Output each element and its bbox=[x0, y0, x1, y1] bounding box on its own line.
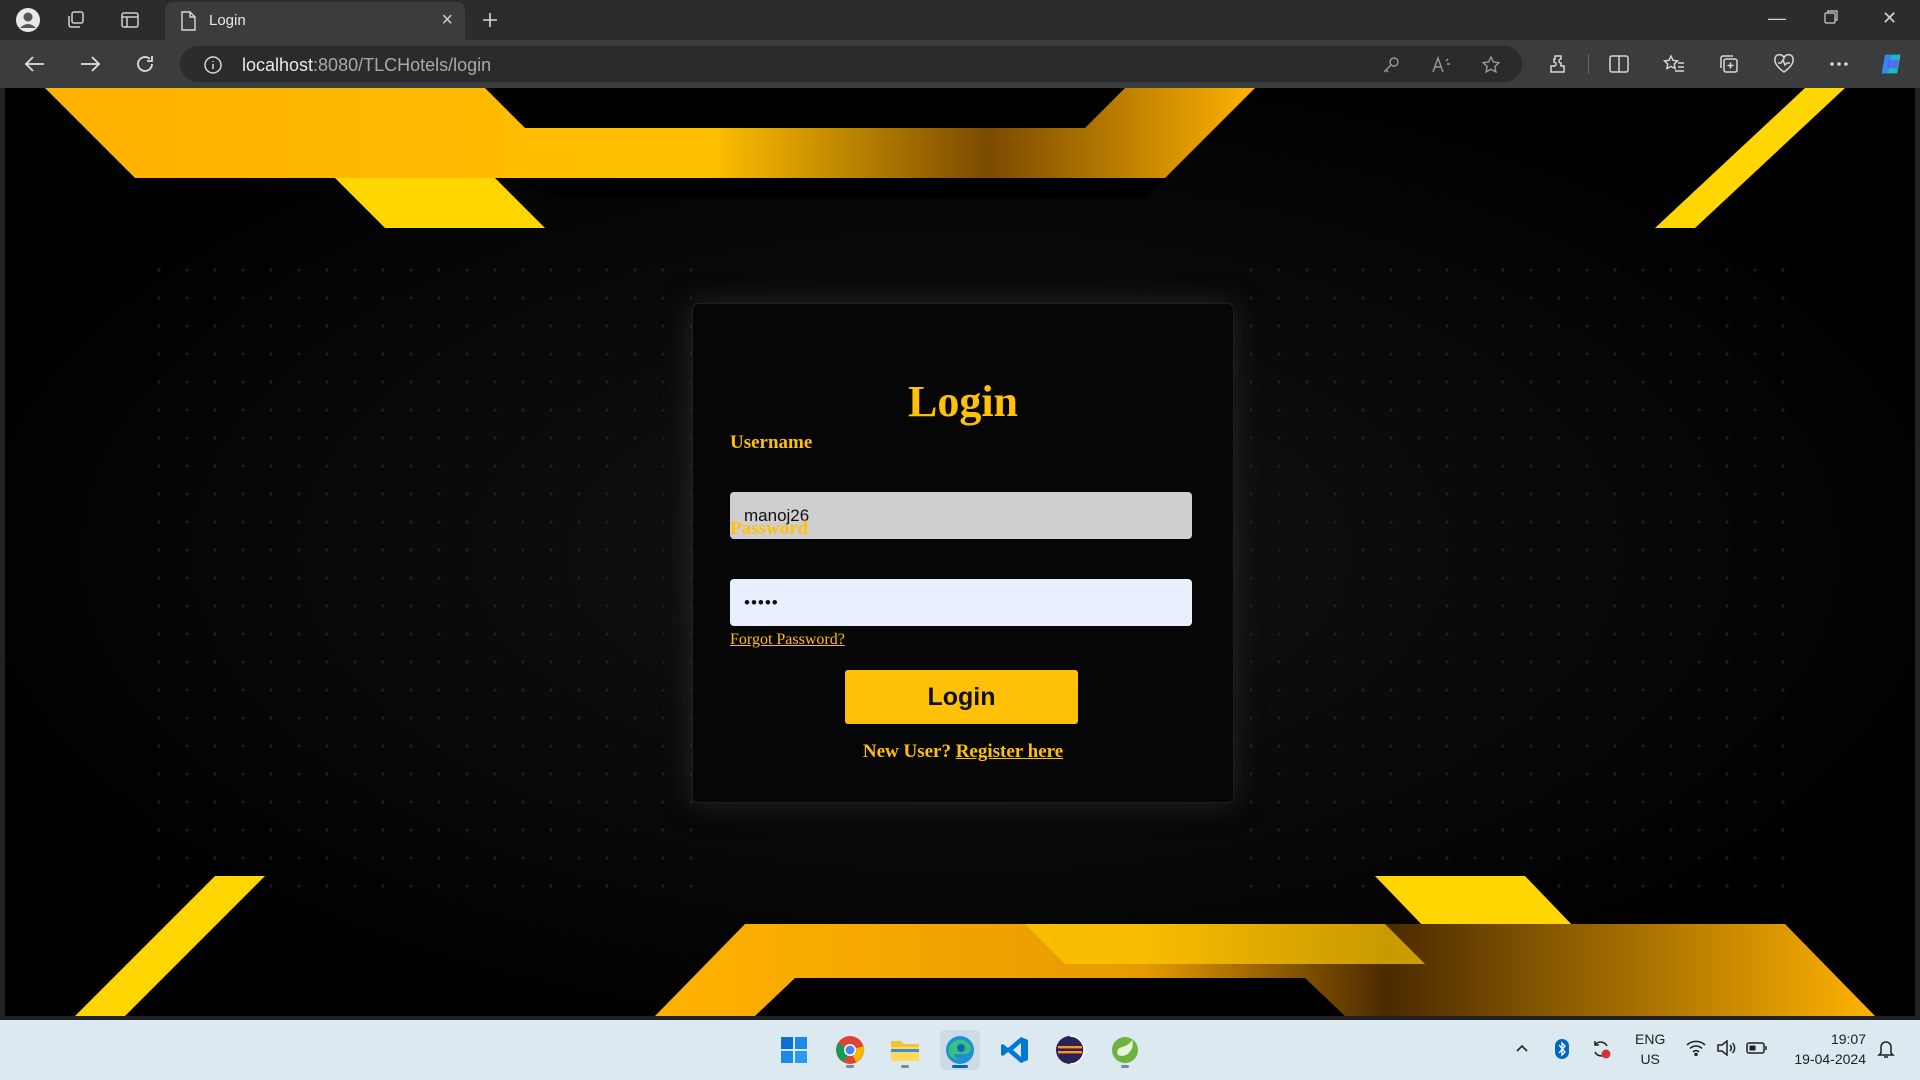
login-title: Login bbox=[907, 377, 1019, 426]
sync-alert-icon[interactable] bbox=[1590, 1038, 1612, 1063]
close-window-icon[interactable]: ✕ bbox=[1882, 8, 1897, 29]
toolbar-divider bbox=[1588, 54, 1589, 74]
new-user-text: New User? bbox=[862, 741, 951, 762]
battery-icon[interactable] bbox=[1746, 1041, 1768, 1058]
windows-taskbar: ENG US 19:07 19-04-2024 bbox=[0, 1020, 1920, 1080]
browser-essentials-icon[interactable] bbox=[1772, 52, 1796, 76]
key-icon[interactable] bbox=[1380, 54, 1402, 76]
eclipse-icon[interactable] bbox=[1050, 1030, 1090, 1070]
username-label: Username bbox=[730, 432, 813, 453]
url-host: localhost bbox=[242, 55, 314, 75]
clock-date: 19-04-2024 bbox=[1794, 1051, 1866, 1067]
clock-time: 19:07 bbox=[1830, 1031, 1866, 1047]
browser-tab-bar: Login × — ✕ bbox=[0, 0, 1920, 40]
edge-icon[interactable] bbox=[940, 1030, 980, 1070]
workspaces-icon[interactable] bbox=[62, 6, 90, 34]
restore-icon[interactable] bbox=[1824, 8, 1838, 29]
register-prompt: New User? Register here bbox=[693, 741, 1233, 763]
url-text: localhost:8080/TLCHotels/login bbox=[242, 55, 491, 76]
page-icon bbox=[179, 11, 197, 36]
language-indicator[interactable]: ENG US bbox=[1635, 1029, 1665, 1069]
site-info-icon[interactable] bbox=[202, 54, 224, 76]
minimize-icon[interactable]: — bbox=[1768, 8, 1786, 29]
spring-tools-icon[interactable] bbox=[1105, 1030, 1145, 1070]
split-screen-icon[interactable] bbox=[1607, 52, 1631, 76]
extensions-icon[interactable] bbox=[1546, 52, 1570, 76]
url-path: :8080/TLCHotels/login bbox=[313, 55, 492, 75]
copilot-icon[interactable] bbox=[1880, 52, 1904, 76]
system-clock[interactable]: 19:07 19-04-2024 bbox=[1794, 1029, 1866, 1069]
address-bar[interactable]: localhost:8080/TLCHotels/login bbox=[180, 46, 1522, 82]
chrome-running-dot bbox=[846, 1065, 854, 1068]
collections-icon[interactable] bbox=[1717, 52, 1741, 76]
language-code: ENG bbox=[1635, 1031, 1666, 1047]
volume-icon[interactable] bbox=[1716, 1039, 1736, 1059]
tab-login[interactable]: Login × bbox=[165, 2, 465, 40]
browser-toolbar: localhost:8080/TLCHotels/login bbox=[0, 40, 1920, 88]
tab-actions-icon[interactable] bbox=[116, 6, 144, 34]
close-tab-icon[interactable]: × bbox=[441, 10, 453, 30]
login-button[interactable]: Login bbox=[845, 670, 1078, 724]
explorer-running-dot bbox=[901, 1065, 909, 1068]
favorite-star-icon[interactable] bbox=[1480, 54, 1502, 76]
vscode-icon[interactable] bbox=[995, 1030, 1035, 1070]
tab-title: Login bbox=[209, 12, 246, 29]
register-link[interactable]: Register here bbox=[956, 741, 1063, 762]
keyboard-layout: US bbox=[1640, 1051, 1660, 1067]
login-page: Login Username manoj26 Password ••••• Fo… bbox=[5, 88, 1915, 1016]
show-hidden-icons-icon[interactable] bbox=[1515, 1040, 1529, 1056]
forgot-password-link[interactable]: Forgot Password? bbox=[730, 631, 845, 649]
start-icon[interactable] bbox=[774, 1030, 814, 1070]
more-options-icon[interactable] bbox=[1827, 52, 1851, 76]
password-input[interactable]: ••••• bbox=[730, 579, 1192, 626]
wifi-icon[interactable] bbox=[1686, 1040, 1706, 1059]
back-icon[interactable] bbox=[20, 50, 50, 78]
spring-running-dot bbox=[1121, 1065, 1129, 1068]
login-card: Login Username manoj26 Password ••••• Fo… bbox=[692, 303, 1234, 803]
chrome-icon[interactable] bbox=[830, 1030, 870, 1070]
read-aloud-icon[interactable] bbox=[1430, 54, 1452, 76]
favorites-icon[interactable] bbox=[1662, 52, 1686, 76]
new-tab-icon[interactable] bbox=[476, 6, 504, 34]
file-explorer-icon[interactable] bbox=[885, 1030, 925, 1070]
forward-icon[interactable] bbox=[75, 50, 105, 78]
profile-icon[interactable] bbox=[14, 6, 42, 34]
notification-bell-icon[interactable] bbox=[1877, 1039, 1895, 1062]
bluetooth-icon[interactable] bbox=[1554, 1038, 1570, 1063]
refresh-icon[interactable] bbox=[130, 50, 160, 78]
password-label: Password bbox=[730, 518, 809, 539]
edge-running-dot bbox=[952, 1065, 968, 1068]
